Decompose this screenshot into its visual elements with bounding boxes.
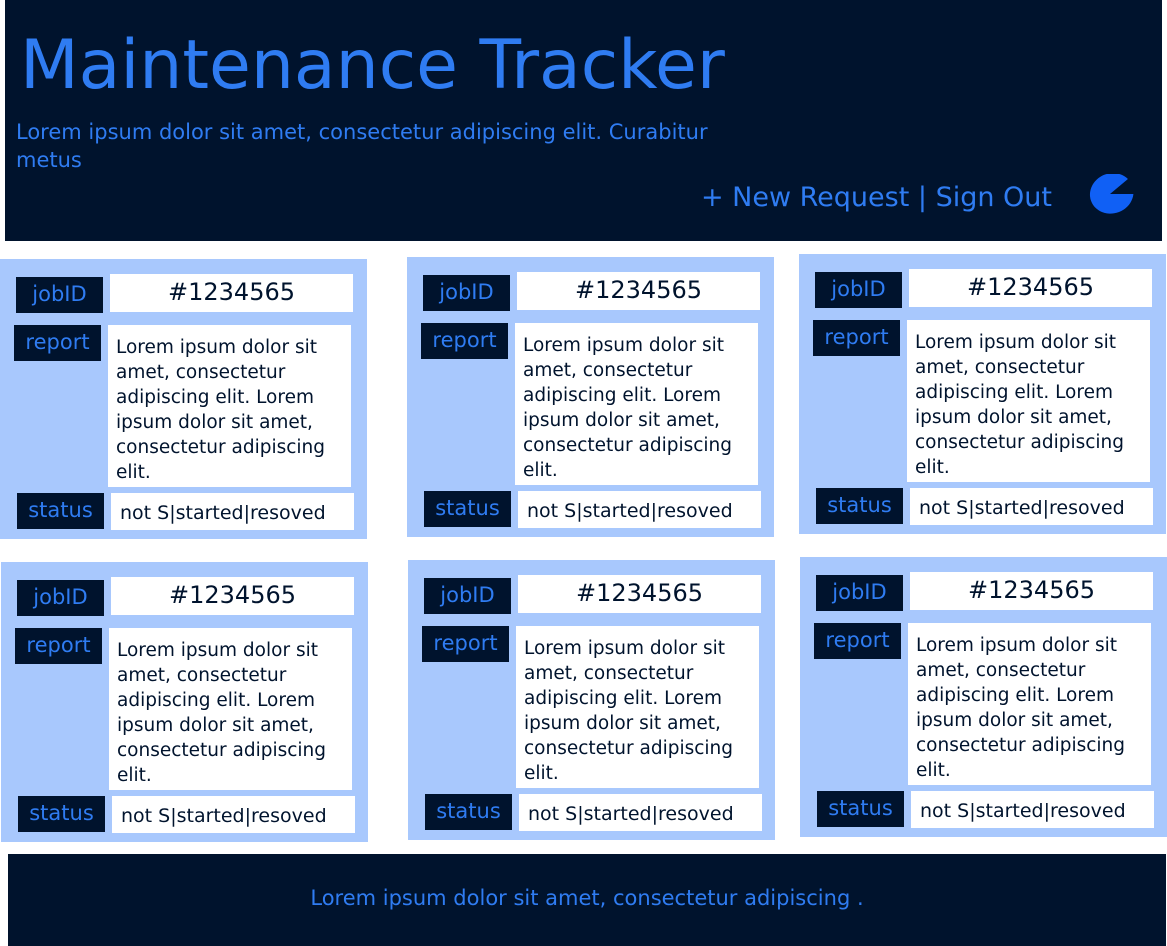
status-value[interactable]: not S|started|resoved [910, 488, 1153, 525]
report-text: Lorem ipsum dolor sit amet, consectetur … [515, 323, 758, 485]
job-card: jobID #1234565 report Lorem ipsum dolor … [407, 257, 774, 537]
status-label: status [18, 796, 105, 832]
report-text: Lorem ipsum dolor sit amet, consectetur … [516, 626, 759, 788]
job-id-value: #1234565 [910, 572, 1153, 610]
job-id-value: #1234565 [909, 269, 1152, 307]
report-label: report [814, 623, 901, 659]
job-id-value: #1234565 [517, 272, 760, 310]
report-text: Lorem ipsum dolor sit amet, consectetur … [908, 623, 1151, 785]
page-title: Maintenance Tracker [20, 26, 725, 105]
footer-text: Lorem ipsum dolor sit amet, consectetur … [310, 886, 864, 910]
report-label: report [813, 320, 900, 356]
status-label: status [425, 794, 512, 830]
job-id-label: jobID [16, 277, 103, 313]
report-label: report [14, 325, 101, 361]
job-id-label: jobID [17, 580, 104, 616]
status-label: status [817, 791, 904, 827]
job-id-label: jobID [424, 578, 511, 614]
status-label: status [17, 493, 104, 529]
job-id-label: jobID [423, 275, 510, 311]
job-id-label: jobID [815, 272, 902, 308]
new-request-link[interactable]: + New Request [701, 182, 909, 213]
header: Maintenance Tracker Lorem ipsum dolor si… [5, 0, 1162, 241]
report-text: Lorem ipsum dolor sit amet, consectetur … [109, 628, 352, 790]
report-text: Lorem ipsum dolor sit amet, consectetur … [907, 320, 1150, 482]
job-id-value: #1234565 [110, 274, 353, 312]
status-value[interactable]: not S|started|resoved [519, 794, 762, 831]
job-id-value: #1234565 [518, 575, 761, 613]
report-label: report [421, 323, 508, 359]
job-card: jobID #1234565 report Lorem ipsum dolor … [799, 254, 1166, 534]
header-nav: + New Request | Sign Out [701, 184, 1052, 211]
status-label: status [424, 491, 511, 527]
status-label: status [816, 488, 903, 524]
status-value[interactable]: not S|started|resoved [518, 491, 761, 528]
job-id-label: jobID [816, 575, 903, 611]
page-subtitle: Lorem ipsum dolor sit amet, consectetur … [16, 120, 708, 172]
sign-out-link[interactable]: Sign Out [936, 182, 1052, 213]
report-label: report [422, 626, 509, 662]
job-card: jobID #1234565 report Lorem ipsum dolor … [800, 557, 1167, 837]
job-id-value: #1234565 [111, 577, 354, 615]
job-card: jobID #1234565 report Lorem ipsum dolor … [0, 259, 367, 539]
job-card: jobID #1234565 report Lorem ipsum dolor … [408, 560, 775, 840]
status-value[interactable]: not S|started|resoved [911, 791, 1154, 828]
report-text: Lorem ipsum dolor sit amet, consectetur … [108, 325, 351, 487]
status-value[interactable]: not S|started|resoved [111, 493, 354, 530]
nav-separator: | [909, 182, 936, 213]
footer: Lorem ipsum dolor sit amet, consectetur … [8, 854, 1166, 946]
report-label: report [15, 628, 102, 664]
pacman-icon[interactable] [1086, 174, 1134, 214]
status-value[interactable]: not S|started|resoved [112, 796, 355, 833]
job-card: jobID #1234565 report Lorem ipsum dolor … [1, 562, 368, 842]
